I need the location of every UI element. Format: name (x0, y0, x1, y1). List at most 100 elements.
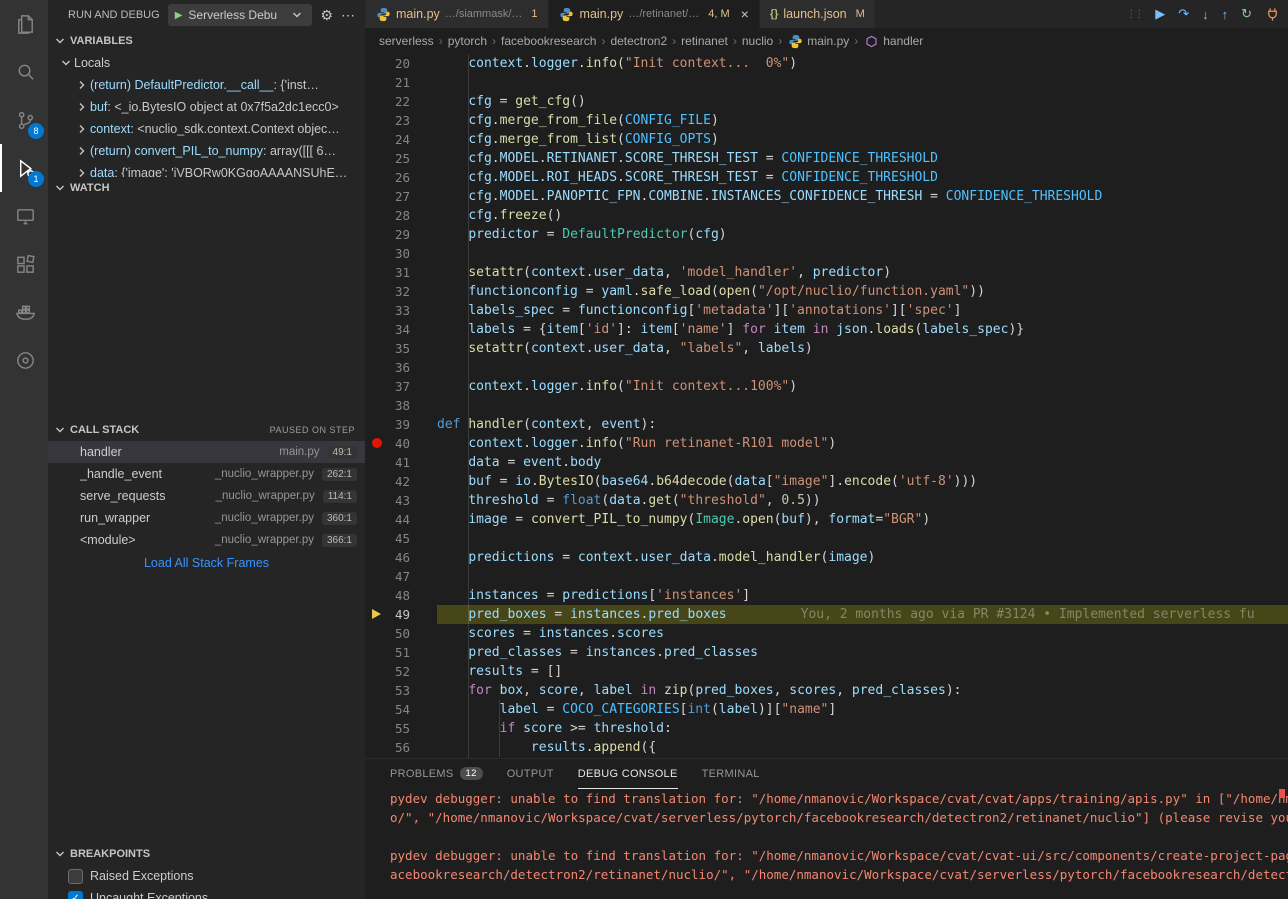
step-out-icon[interactable]: ↑ (1222, 7, 1229, 22)
gutter[interactable]: 53 (365, 681, 437, 700)
variable-row[interactable]: (return) convert_PIL_to_numpy: array([[[… (48, 140, 365, 162)
gutter[interactable]: 37 (365, 377, 437, 396)
code-line[interactable]: 32 functionconfig = yaml.safe_load(open(… (365, 282, 1288, 301)
editor-tab[interactable]: {}launch.jsonM (760, 0, 876, 28)
code-line[interactable]: 30 (365, 244, 1288, 263)
stack-frame[interactable]: <module>_nuclio_wrapper.py366:1 (48, 529, 365, 551)
code-line[interactable]: 38 (365, 396, 1288, 415)
gutter[interactable]: 49 (365, 605, 437, 624)
code-line[interactable]: 52 results = [] (365, 662, 1288, 681)
activity-item-live-share[interactable] (0, 336, 48, 384)
activity-item-run-debug[interactable]: 1 (0, 144, 48, 192)
code-line[interactable]: 45 (365, 529, 1288, 548)
gutter[interactable]: 42 (365, 472, 437, 491)
code-line[interactable]: 47 (365, 567, 1288, 586)
gutter[interactable]: 33 (365, 301, 437, 320)
stack-frame[interactable]: run_wrapper_nuclio_wrapper.py360:1 (48, 507, 365, 529)
code-line[interactable]: 36 (365, 358, 1288, 377)
gutter[interactable]: 48 (365, 586, 437, 605)
stack-frame[interactable]: handlermain.py49:1 (48, 441, 365, 463)
call-stack-header[interactable]: CALL STACK PAUSED ON STEP (48, 419, 365, 441)
gutter[interactable]: 35 (365, 339, 437, 358)
activity-item-extensions[interactable] (0, 240, 48, 288)
code-line[interactable]: 27 cfg.MODEL.PANOPTIC_FPN.COMBINE.INSTAN… (365, 187, 1288, 206)
stack-frame[interactable]: serve_requests_nuclio_wrapper.py114:1 (48, 485, 365, 507)
breadcrumb-item[interactable]: nuclio (742, 34, 773, 48)
gutter[interactable]: 40 (365, 434, 437, 453)
gutter[interactable]: 45 (365, 529, 437, 548)
gutter[interactable]: 46 (365, 548, 437, 567)
code-line[interactable]: 49 pred_boxes = instances.pred_boxesYou,… (365, 605, 1288, 624)
gutter[interactable]: 43 (365, 491, 437, 510)
code-line[interactable]: 25 cfg.MODEL.RETINANET.SCORE_THRESH_TEST… (365, 149, 1288, 168)
gutter[interactable]: 36 (365, 358, 437, 377)
variable-row[interactable]: data: {'image': 'iVBORw0KGgoAAAANSUhE… (48, 162, 365, 177)
stack-frame[interactable]: _handle_event_nuclio_wrapper.py262:1 (48, 463, 365, 485)
gutter[interactable]: 51 (365, 643, 437, 662)
variable-row[interactable]: context: <nuclio_sdk.context.Context obj… (48, 118, 365, 140)
code-line[interactable]: 50 scores = instances.scores (365, 624, 1288, 643)
gutter[interactable]: 32 (365, 282, 437, 301)
code-line[interactable]: 21 (365, 73, 1288, 92)
breadcrumb-item[interactable]: retinanet (681, 34, 728, 48)
breadcrumb-item[interactable]: detectron2 (610, 34, 667, 48)
breadcrumb-item[interactable]: handler (863, 33, 923, 49)
code-line[interactable]: 46 predictions = context.user_data.model… (365, 548, 1288, 567)
code-line[interactable]: 53 for box, score, label in zip(pred_box… (365, 681, 1288, 700)
gutter[interactable]: 52 (365, 662, 437, 681)
start-debugging-icon[interactable]: ▶ (175, 10, 183, 21)
checkbox[interactable] (68, 869, 83, 884)
gutter[interactable]: 25 (365, 149, 437, 168)
code-editor[interactable]: 20 context.logger.info("Init context... … (365, 54, 1288, 758)
variable-row[interactable]: buf: <_io.BytesIO object at 0x7f5a2dc1ec… (48, 96, 365, 118)
breadcrumb-item[interactable]: serverless (379, 34, 434, 48)
variable-row[interactable]: (return) DefaultPredictor.__call__: {'in… (48, 74, 365, 96)
code-line[interactable]: 35 setattr(context.user_data, "labels", … (365, 339, 1288, 358)
step-into-icon[interactable]: ↓ (1202, 7, 1209, 22)
code-line[interactable]: 23 cfg.merge_from_file(CONFIG_FILE) (365, 111, 1288, 130)
code-line[interactable]: 40 context.logger.info("Run retinanet-R1… (365, 434, 1288, 453)
activity-item-source-control[interactable]: 8 (0, 96, 48, 144)
code-line[interactable]: 54 label = COCO_CATEGORIES[int(label)]["… (365, 700, 1288, 719)
continue-icon[interactable]: ▶ (1155, 6, 1165, 22)
code-line[interactable]: 56 results.append({ (365, 738, 1288, 757)
breakpoint-row[interactable]: Raised Exceptions (48, 865, 365, 887)
gutter[interactable]: 28 (365, 206, 437, 225)
editor-tab[interactable]: main.py…/siammask/…1 (365, 0, 549, 28)
panel-tab-debug-console[interactable]: DEBUG CONSOLE (578, 759, 678, 789)
more-actions-icon[interactable]: ⋯ (341, 8, 355, 22)
code-line[interactable]: 20 context.logger.info("Init context... … (365, 54, 1288, 73)
gutter[interactable]: 39 (365, 415, 437, 434)
code-line[interactable]: 51 pred_classes = instances.pred_classes (365, 643, 1288, 662)
gutter[interactable]: 20 (365, 54, 437, 73)
gutter[interactable]: 27 (365, 187, 437, 206)
activity-item-explorer[interactable] (0, 0, 48, 48)
code-line[interactable]: 34 labels = {item['id']: item['name'] fo… (365, 320, 1288, 339)
breadcrumb-item[interactable]: pytorch (448, 34, 487, 48)
activity-item-remote-explorer[interactable] (0, 192, 48, 240)
panel-tab-problems[interactable]: PROBLEMS12 (390, 759, 483, 789)
code-line[interactable]: 43 threshold = float(data.get("threshold… (365, 491, 1288, 510)
code-line[interactable]: 33 labels_spec = functionconfig['metadat… (365, 301, 1288, 320)
debug-config-dropdown[interactable]: ▶ Serverless Debu (168, 4, 313, 26)
code-line[interactable]: 44 image = convert_PIL_to_numpy(Image.op… (365, 510, 1288, 529)
code-line[interactable]: 39def handler(context, event): (365, 415, 1288, 434)
gutter[interactable]: 41 (365, 453, 437, 472)
code-line[interactable]: 48 instances = predictions['instances'] (365, 586, 1288, 605)
gutter[interactable]: 24 (365, 130, 437, 149)
close-icon[interactable]: × (741, 6, 749, 22)
code-line[interactable]: 41 data = event.body (365, 453, 1288, 472)
code-line[interactable]: 22 cfg = get_cfg() (365, 92, 1288, 111)
drag-handle-icon[interactable]: ⋮⋮ (1126, 9, 1142, 20)
activity-item-search[interactable] (0, 48, 48, 96)
gutter[interactable]: 54 (365, 700, 437, 719)
code-line[interactable]: 26 cfg.MODEL.ROI_HEADS.SCORE_THRESH_TEST… (365, 168, 1288, 187)
editor-tab[interactable]: main.py…/retinanet/…4, M× (549, 0, 760, 28)
gutter[interactable]: 38 (365, 396, 437, 415)
gutter[interactable]: 22 (365, 92, 437, 111)
gutter[interactable]: 55 (365, 719, 437, 738)
code-line[interactable]: 42 buf = io.BytesIO(base64.b64decode(dat… (365, 472, 1288, 491)
debug-console-output[interactable]: pydev debugger: unable to find translati… (365, 789, 1288, 899)
breakpoint-row[interactable]: ✓Uncaught Exceptions (48, 887, 365, 899)
disconnect-icon[interactable] (1265, 7, 1280, 22)
